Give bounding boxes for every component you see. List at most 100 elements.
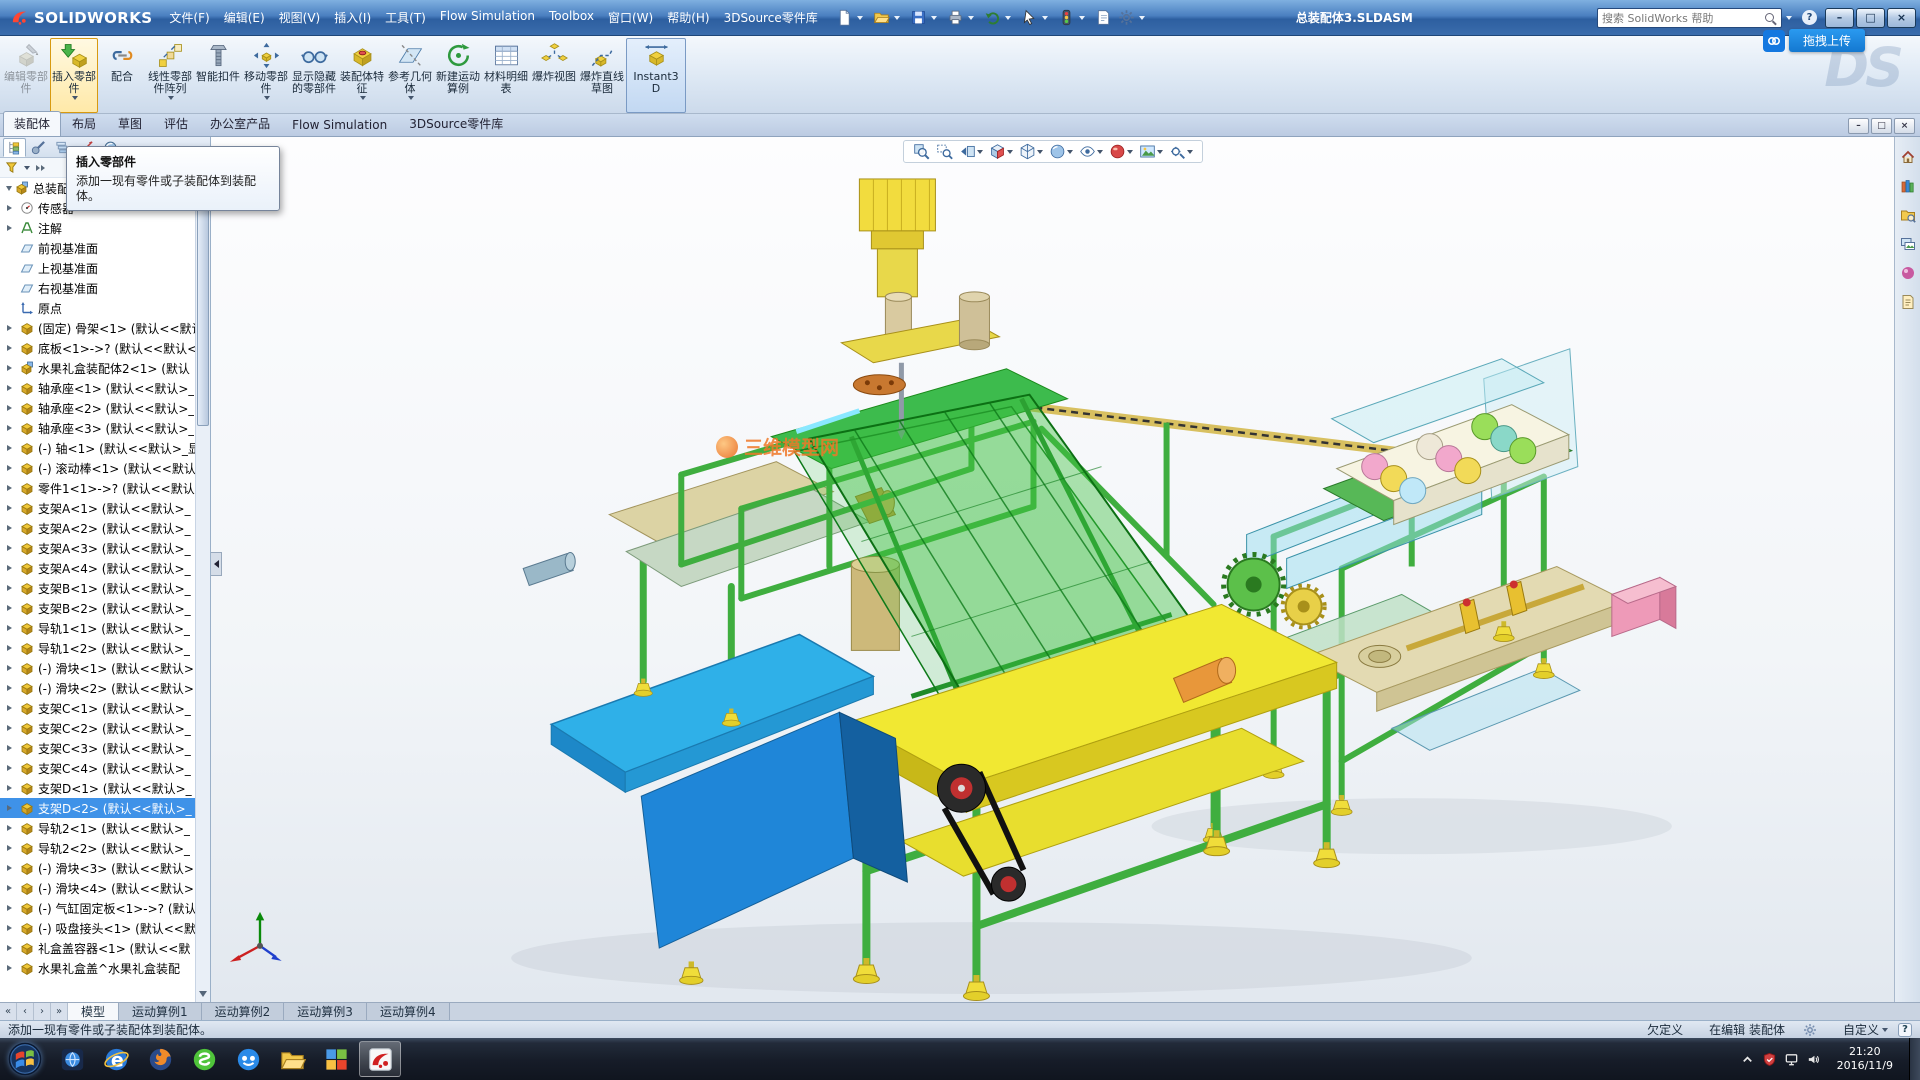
tree-item[interactable]: 导轨2<1> (默认<<默认>_ [0,818,195,838]
qt-rebuild[interactable] [1055,7,1092,28]
maximize-button[interactable]: □ [1856,8,1885,28]
doc-close-button[interactable]: × [1894,118,1915,134]
graphics-area[interactable]: 三维模型网 [211,137,1894,1002]
hud-hide-show[interactable] [1077,142,1105,161]
ribbon-tab[interactable]: 3DSource零件库 [398,111,514,136]
expand-icon[interactable] [7,205,12,211]
show-desktop-button[interactable] [1909,1038,1920,1080]
tree-item[interactable]: 轴承座<1> (默认<<默认>_ [0,378,195,398]
tp-palette[interactable] [1898,234,1918,254]
rb-smart-fasteners[interactable]: 智能扣件 [194,38,242,113]
qt-props[interactable] [1092,7,1115,28]
expand-icon[interactable] [7,425,12,431]
tree-item[interactable]: (-) 轴<1> (默认<<默认>_显 [0,438,195,458]
tb-tiles[interactable] [315,1041,357,1077]
expand-icon[interactable] [7,445,12,451]
rb-mate[interactable]: 配合 [98,38,146,113]
tree-item[interactable]: 导轨2<2> (默认<<默认>_ [0,838,195,858]
sheet-nav-button[interactable]: › [34,1003,51,1020]
qt-new[interactable] [833,7,870,28]
qt-select[interactable] [1018,7,1055,28]
tree-item[interactable]: 支架C<4> (默认<<默认>_ [0,758,195,778]
tree-item[interactable]: 支架A<1> (默认<<默认>_ [0,498,195,518]
rb-edit-component[interactable]: 编辑零部件 [2,38,50,113]
tree-item[interactable]: 原点 [0,298,195,318]
tree-item[interactable]: 支架B<2> (默认<<默认>_ [0,598,195,618]
quick-tips-button[interactable]: ? [1898,1023,1912,1037]
rb-exploded[interactable]: 爆炸视图 [530,38,578,113]
expand-icon[interactable] [6,186,12,191]
ribbon-tab[interactable]: 草图 [107,111,153,136]
rb-assembly-features[interactable]: 装配体特征 [338,38,386,113]
expand-icon[interactable] [7,925,12,931]
upload-button[interactable]: 拖拽上传 [1789,29,1865,52]
doc-restore-button[interactable]: □ [1871,118,1892,134]
expand-icon[interactable] [7,665,12,671]
expand-icon[interactable] [7,865,12,871]
hud-display-style[interactable] [1047,142,1075,161]
expand-icon[interactable] [7,765,12,771]
menu-item[interactable]: 窗口(W) [601,5,660,30]
tree-item[interactable]: 支架C<3> (默认<<默认>_ [0,738,195,758]
menu-item[interactable]: 工具(T) [378,5,433,30]
expand-icon[interactable] [7,525,12,531]
tree-item[interactable]: 支架B<1> (默认<<默认>_ [0,578,195,598]
tree-item[interactable]: (-) 吸盘接头<1> (默认<<默 [0,918,195,938]
clock[interactable]: 21:20 2016/11/9 [1828,1045,1902,1073]
customize-button[interactable]: 自定义 [1843,1021,1879,1038]
tree-item[interactable]: 前视基准面 [0,238,195,258]
tree-item[interactable]: 轴承座<2> (默认<<默认>_ [0,398,195,418]
expand-icon[interactable] [7,745,12,751]
upload-overlay[interactable]: 拖拽上传 [1763,29,1865,52]
tree-item[interactable]: (固定) 骨架<1> (默认<<默认 [0,318,195,338]
rb-show-hidden[interactable]: 显示隐藏的零部件 [290,38,338,113]
menu-item[interactable]: Toolbox [542,5,601,30]
tree-item[interactable]: 支架D<1> (默认<<默认>_ [0,778,195,798]
tp-appearance[interactable] [1898,263,1918,283]
rb-motion[interactable]: 新建运动算例 [434,38,482,113]
rb-bom[interactable]: 材料明细表 [482,38,530,113]
study-tab[interactable]: 运动算例2 [202,1003,285,1020]
expand-icon[interactable] [7,785,12,791]
scroll-thumb[interactable] [197,196,209,426]
expand-icon[interactable] [7,545,12,551]
tree-item[interactable]: 注解 [0,218,195,238]
tb-firefox[interactable] [139,1041,181,1077]
tp-home[interactable] [1898,147,1918,167]
search-box[interactable]: 搜索 SolidWorks 帮助 [1597,8,1782,28]
tree-item[interactable]: 支架A<3> (默认<<默认>_ [0,538,195,558]
hud-view-settings[interactable] [1167,142,1195,161]
expand-icon[interactable] [7,805,12,811]
search-caret-icon[interactable] [1786,16,1792,20]
expand-icon[interactable] [7,565,12,571]
expand-icon[interactable] [7,905,12,911]
rb-linear-pattern[interactable]: 线性零部件阵列 [146,38,194,113]
tree-item[interactable]: 底板<1>->? (默认<<默认< [0,338,195,358]
tree-item[interactable]: 轴承座<3> (默认<<默认>_ [0,418,195,438]
tree-item[interactable]: 水果礼盒装配体2<1> (默认 [0,358,195,378]
collapse-all-icon[interactable] [35,165,45,171]
hud-scene[interactable] [1137,142,1165,161]
qt-print[interactable] [944,7,981,28]
tree-item[interactable]: (-) 滑块<1> (默认<<默认> [0,658,195,678]
tree-item[interactable]: (-) 滑块<3> (默认<<默认> [0,858,195,878]
tp-library[interactable] [1898,176,1918,196]
study-tab[interactable]: 运动算例3 [284,1003,367,1020]
pink-box[interactable] [1612,577,1676,636]
tree-item[interactable]: (-) 滑块<2> (默认<<默认> [0,678,195,698]
tree-item[interactable]: 右视基准面 [0,278,195,298]
tb-360[interactable] [183,1041,225,1077]
tree-item[interactable]: 支架C<2> (默认<<默认>_ [0,718,195,738]
tree-item[interactable]: 上视基准面 [0,258,195,278]
hud-view-orient[interactable] [1017,142,1045,161]
sheet-nav-button[interactable]: ‹ [17,1003,34,1020]
rb-instant3d[interactable]: Instant3D [626,38,686,113]
tree-item[interactable]: 支架D<2> (默认<<默认>_ [0,798,195,818]
network-tray-icon[interactable] [1784,1052,1799,1067]
expand-icon[interactable] [7,365,12,371]
menu-item[interactable]: 文件(F) [162,5,216,30]
ribbon-tab[interactable]: 评估 [153,111,199,136]
filter-caret-icon[interactable] [24,166,30,170]
tree-item[interactable]: 导轨1<1> (默认<<默认>_ [0,618,195,638]
model-canvas[interactable] [211,137,1894,1002]
